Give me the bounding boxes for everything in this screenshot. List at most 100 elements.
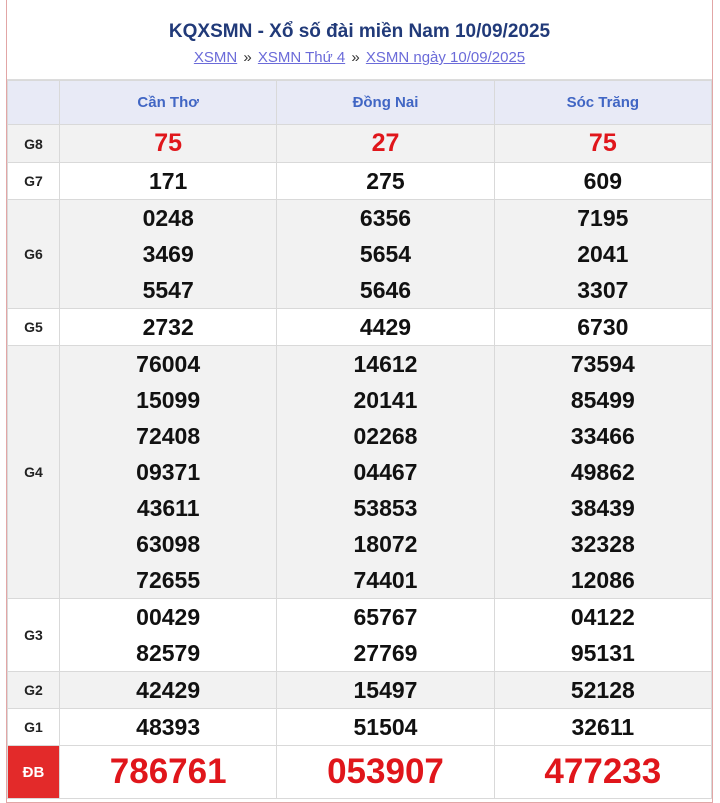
- prize-number: 3469: [142, 241, 194, 267]
- prize-number: 3307: [577, 277, 629, 303]
- prize-cell: 6730: [493, 308, 713, 346]
- prize-number: 2041: [577, 241, 629, 267]
- prize-row-g8: G8 75 27 75: [7, 124, 713, 163]
- prize-label: G4: [7, 345, 60, 599]
- prize-cell: 7195 2041 3307: [493, 199, 713, 309]
- prize-number: 74401: [353, 567, 418, 593]
- prize-number: 72408: [136, 423, 201, 449]
- prize-number: 27769: [353, 640, 418, 666]
- breadcrumb-xsmn-date[interactable]: XSMN ngày 10/09/2025: [366, 49, 525, 66]
- prize-number: 72655: [136, 567, 201, 593]
- prize-number: 32611: [571, 714, 635, 740]
- prize-number: 12086: [570, 567, 635, 593]
- prize-number: 15099: [136, 387, 201, 413]
- prize-number: 27: [371, 129, 400, 157]
- prize-cell: 75: [58, 124, 278, 163]
- results-panel: KQXSMN - Xổ số đài miền Nam 10/09/2025 X…: [6, 0, 713, 803]
- prize-number: 04467: [353, 459, 418, 485]
- table-header-row: Cần Thơ Đồng Nai Sóc Trăng: [7, 80, 713, 125]
- prize-number: 14612: [353, 351, 418, 377]
- prize-label: G1: [7, 708, 60, 746]
- prize-label: G8: [7, 124, 60, 163]
- prize-number: 52128: [570, 677, 635, 703]
- prize-cell: 32611: [493, 708, 713, 746]
- prize-number: 786761: [109, 752, 227, 791]
- prize-label: G2: [7, 671, 60, 709]
- prize-row-g7: G7 171 275 609: [7, 162, 713, 200]
- prize-number: 275: [366, 168, 405, 194]
- prize-number: 32328: [570, 531, 635, 557]
- prize-rows: G8 75 27 75 G7 171 275 609 G6 0248 3469 5547 6356 565…: [7, 124, 713, 799]
- prize-number: 82579: [136, 640, 201, 666]
- prize-number: 75: [588, 129, 617, 157]
- prize-cell: 48393: [58, 708, 278, 746]
- prize-number: 33466: [570, 423, 635, 449]
- prize-number: 00429: [136, 604, 201, 630]
- prize-number: 53853: [353, 495, 418, 521]
- prize-number: 5646: [359, 277, 412, 303]
- prize-cell: 51504: [276, 708, 495, 746]
- prize-row-special: ĐB 786761 053907 477233: [7, 745, 713, 799]
- prize-number: 02268: [353, 423, 418, 449]
- prize-number: 477233: [544, 752, 662, 791]
- prize-number: 609: [583, 168, 623, 194]
- column-header-soc-trang[interactable]: Sóc Trăng: [493, 80, 713, 125]
- prize-cell: 786761: [58, 745, 278, 799]
- breadcrumb-separator: »: [243, 49, 252, 66]
- prize-number: 20141: [353, 387, 418, 413]
- prize-number: 51504: [353, 714, 418, 740]
- prize-number: 95131: [570, 640, 635, 666]
- prize-cell: 76004 15099 72408 09371 43611 63098 72655: [58, 345, 278, 599]
- prize-row-g1: G1 48393 51504 32611: [7, 708, 713, 746]
- prize-cell: 04122 95131: [493, 598, 713, 672]
- prize-number: 053907: [327, 752, 444, 791]
- prize-cell: 477233: [493, 745, 713, 799]
- prize-row-g5: G5 2732 4429 6730: [7, 308, 713, 346]
- prize-cell: 75: [493, 124, 713, 163]
- prize-number: 85499: [570, 387, 635, 413]
- prize-row-g4: G4 76004 15099 72408 09371 43611 63098 72655 146…: [7, 345, 713, 599]
- prize-number: 09371: [136, 459, 201, 485]
- prize-cell: 27: [276, 124, 495, 163]
- breadcrumb-xsmn-thu-4[interactable]: XSMN Thứ 4: [258, 49, 345, 66]
- breadcrumb-xsmn[interactable]: XSMN: [194, 49, 237, 66]
- prize-number: 6356: [359, 205, 412, 231]
- column-header-dong-nai[interactable]: Đồng Nai: [276, 80, 495, 125]
- page-title: KQXSMN - Xổ số đài miền Nam 10/09/2025: [168, 21, 551, 42]
- prize-cell: 00429 82579: [58, 598, 278, 672]
- prize-cell: 2732: [58, 308, 278, 346]
- prize-row-g3: G3 00429 82579 65767 27769 04122 95131: [7, 598, 713, 672]
- prize-number: 04122: [570, 604, 635, 630]
- breadcrumb: XSMN » XSMN Thứ 4 » XSMN ngày 10/09/2025: [7, 48, 712, 68]
- prize-cell: 65767 27769: [276, 598, 495, 672]
- prize-label: G3: [7, 598, 60, 672]
- column-header-can-tho[interactable]: Cần Thơ: [58, 80, 278, 125]
- prize-number: 171: [148, 168, 188, 194]
- prize-number: 42429: [136, 677, 201, 703]
- prize-number: 43611: [136, 495, 200, 521]
- prize-number: 0248: [142, 205, 194, 231]
- breadcrumb-separator: »: [351, 49, 360, 66]
- prize-cell: 73594 85499 33466 49862 38439 32328 12086: [493, 345, 713, 599]
- prize-row-g2: G2 42429 15497 52128: [7, 671, 713, 709]
- prize-number: 4429: [359, 314, 412, 340]
- prize-cell: 4429: [276, 308, 495, 346]
- results-header: KQXSMN - Xổ số đài miền Nam 10/09/2025 X…: [7, 0, 712, 80]
- prize-cell: 053907: [276, 745, 495, 799]
- prize-number: 75: [154, 129, 183, 157]
- prize-number: 48393: [136, 714, 201, 740]
- prize-row-g6: G6 0248 3469 5547 6356 5654 5646 7195 2041 3307: [7, 199, 713, 309]
- prize-cell: 42429: [58, 671, 278, 709]
- prize-number: 15497: [353, 677, 418, 703]
- prize-label: G6: [7, 199, 60, 309]
- prize-number: 38439: [570, 495, 635, 521]
- prize-number: 65767: [353, 604, 418, 630]
- prize-cell: 6356 5654 5646: [276, 199, 495, 309]
- prize-number: 76004: [136, 351, 201, 377]
- prize-label: G7: [7, 162, 60, 200]
- prize-cell: 52128: [493, 671, 713, 709]
- prize-number: 63098: [136, 531, 201, 557]
- prize-cell: 171: [58, 162, 278, 200]
- prize-number: 7195: [577, 205, 629, 231]
- prize-number: 5654: [359, 241, 412, 267]
